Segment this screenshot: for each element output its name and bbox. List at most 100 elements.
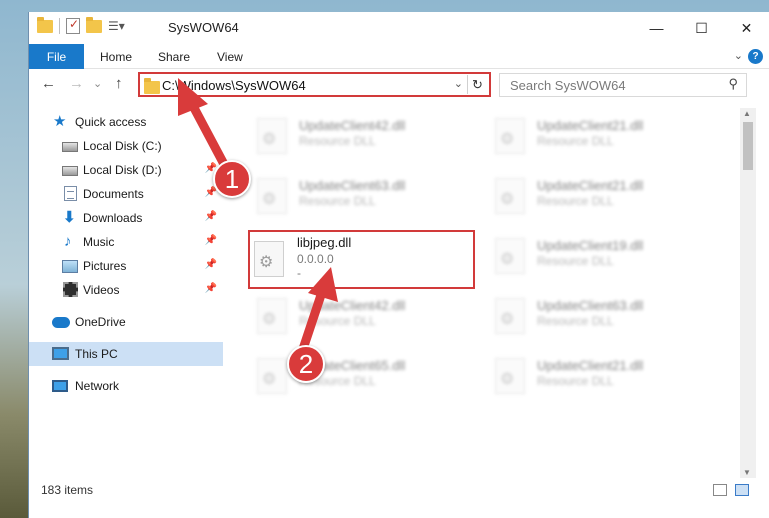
back-button[interactable]: ← xyxy=(41,75,56,92)
sidebar-item-label: Network xyxy=(75,379,120,393)
file-item[interactable]: UpdateClient42.dll Resource DLL xyxy=(249,112,479,162)
pin-icon[interactable]: 📌 xyxy=(205,283,217,294)
ribbon-tabs: File Home Share View ⌄ ? xyxy=(29,44,769,69)
refresh-icon[interactable]: ↻ xyxy=(467,75,487,94)
minimize-button[interactable]: — xyxy=(634,12,679,44)
dll-file-icon xyxy=(495,238,525,274)
pin-icon[interactable]: 📌 xyxy=(205,259,217,270)
sidebar-item-label: Pictures xyxy=(83,259,127,273)
file-type: Resource DLL xyxy=(299,194,376,208)
computer-icon xyxy=(52,347,69,360)
up-button[interactable]: ↑ xyxy=(115,75,123,92)
sidebar-item-downloads[interactable]: ⬇ Downloads 📌 xyxy=(29,206,223,230)
file-item[interactable]: UpdateClient65.dll Resource DLL xyxy=(249,352,479,402)
folder-icon xyxy=(37,16,53,33)
dll-file-icon xyxy=(495,118,525,154)
sidebar-item-label: Videos xyxy=(83,283,120,297)
sidebar-item-quick-access[interactable]: ★ Quick access xyxy=(29,110,223,134)
videos-icon xyxy=(63,282,78,297)
window-title: SysWOW64 xyxy=(168,20,239,35)
pin-icon[interactable]: 📌 xyxy=(205,235,217,246)
sidebar-item-label: Local Disk (D:) xyxy=(83,163,162,177)
help-icon[interactable]: ? xyxy=(748,49,763,64)
pin-icon[interactable]: 📌 xyxy=(205,211,217,222)
sidebar-item-local-disk-c[interactable]: Local Disk (C:) xyxy=(29,134,223,158)
file-name: UpdateClient19.dll xyxy=(537,238,644,253)
disk-icon xyxy=(62,166,78,176)
search-icon[interactable]: ⚲ xyxy=(728,76,738,92)
expand-ribbon-icon[interactable]: ⌄ xyxy=(734,49,743,62)
chevron-down-icon[interactable]: ⌄ xyxy=(454,77,463,90)
file-item[interactable]: UpdateClient21.dll Resource DLL xyxy=(487,172,717,222)
file-item[interactable]: UpdateClient21.dll Resource DLL xyxy=(487,112,717,162)
maximize-button[interactable]: ☐ xyxy=(679,12,724,44)
documents-icon xyxy=(64,186,77,201)
sidebar-item-local-disk-d[interactable]: Local Disk (D:) 📌 xyxy=(29,158,223,182)
file-item[interactable]: UpdateClient19.dll Resource DLL xyxy=(487,232,717,282)
address-bar[interactable]: C:\Windows\SysWOW64 ⌄ ↻ xyxy=(138,72,491,97)
file-name: UpdateClient42.dll xyxy=(299,118,406,133)
sidebar-item-label: Downloads xyxy=(83,211,143,225)
sidebar-item-label: Local Disk (C:) xyxy=(83,139,162,153)
dll-file-icon xyxy=(257,298,287,334)
title-bar: ☰▾ SysWOW64 — ☐ ✕ xyxy=(29,12,769,44)
file-name: UpdateClient63.dll xyxy=(537,298,644,313)
sidebar-item-network[interactable]: Network xyxy=(29,374,223,398)
properties-icon[interactable] xyxy=(66,17,80,34)
file-name: UpdateClient63.dll xyxy=(299,178,406,193)
sidebar-item-videos[interactable]: Videos 📌 xyxy=(29,278,223,302)
forward-button[interactable]: → xyxy=(69,75,84,92)
sidebar-item-this-pc[interactable]: This PC xyxy=(29,342,223,366)
large-icons-view-icon[interactable] xyxy=(735,484,749,496)
status-bar: 183 items xyxy=(29,478,769,504)
sidebar-item-label: Quick access xyxy=(75,115,147,129)
search-input[interactable]: Search SysWOW64 xyxy=(510,78,626,93)
file-description: - xyxy=(297,266,301,280)
file-item[interactable]: UpdateClient63.dll Resource DLL xyxy=(487,292,717,342)
details-view-icon[interactable] xyxy=(713,484,727,496)
file-name: libjpeg.dll xyxy=(297,235,352,250)
navigation-bar: ← → ⌄ ↑ C:\Windows\SysWOW64 ⌄ ↻ Search S… xyxy=(29,69,769,100)
customize-toolbar-icon[interactable]: ☰▾ xyxy=(108,19,125,33)
tab-share[interactable]: Share xyxy=(158,50,190,64)
file-type: Resource DLL xyxy=(299,134,376,148)
toolbar-divider xyxy=(59,18,60,34)
scroll-down-icon[interactable]: ▼ xyxy=(743,468,751,477)
file-name: UpdateClient21.dll xyxy=(537,118,644,133)
file-item[interactable]: UpdateClient42.dll Resource DLL xyxy=(249,292,479,342)
file-type: Resource DLL xyxy=(537,314,614,328)
scrollbar-thumb[interactable] xyxy=(743,122,753,170)
file-name: UpdateClient21.dll xyxy=(537,178,644,193)
address-path[interactable]: C:\Windows\SysWOW64 xyxy=(162,78,306,93)
dll-file-icon xyxy=(495,178,525,214)
sidebar-item-documents[interactable]: Documents 📌 xyxy=(29,182,223,206)
music-icon: ♪ xyxy=(64,233,72,250)
dll-file-icon xyxy=(257,178,287,214)
file-type: Resource DLL xyxy=(537,194,614,208)
sidebar-item-onedrive[interactable]: OneDrive xyxy=(29,310,223,334)
item-count: 183 items xyxy=(41,483,94,497)
scroll-up-icon[interactable]: ▲ xyxy=(743,109,751,118)
new-folder-icon[interactable] xyxy=(86,16,102,33)
file-version: 0.0.0.0 xyxy=(297,252,334,266)
sidebar-item-label: OneDrive xyxy=(75,315,126,329)
file-item-libjpeg[interactable]: libjpeg.dll 0.0.0.0 - xyxy=(248,230,475,289)
dll-file-icon xyxy=(495,358,525,394)
downloads-icon: ⬇ xyxy=(63,209,76,226)
sidebar-item-pictures[interactable]: Pictures 📌 xyxy=(29,254,223,278)
search-box[interactable]: Search SysWOW64 ⚲ xyxy=(499,73,747,97)
tab-home[interactable]: Home xyxy=(100,50,132,64)
recent-locations-button[interactable]: ⌄ xyxy=(93,77,102,90)
dll-file-icon xyxy=(257,358,287,394)
close-button[interactable]: ✕ xyxy=(724,12,769,44)
folder-icon xyxy=(144,78,160,94)
tab-view[interactable]: View xyxy=(217,50,243,64)
explorer-window: ☰▾ SysWOW64 — ☐ ✕ File Home Share View ⌄… xyxy=(28,12,769,518)
vertical-scrollbar[interactable]: ▲ ▼ xyxy=(740,108,756,478)
file-item[interactable]: UpdateClient63.dll Resource DLL xyxy=(249,172,479,222)
tab-file[interactable]: File xyxy=(29,44,84,69)
window-controls: — ☐ ✕ xyxy=(634,12,769,44)
file-item[interactable]: UpdateClient21.dll Resource DLL xyxy=(487,352,717,402)
file-type: Resource DLL xyxy=(537,254,614,268)
sidebar-item-music[interactable]: ♪ Music 📌 xyxy=(29,230,223,254)
